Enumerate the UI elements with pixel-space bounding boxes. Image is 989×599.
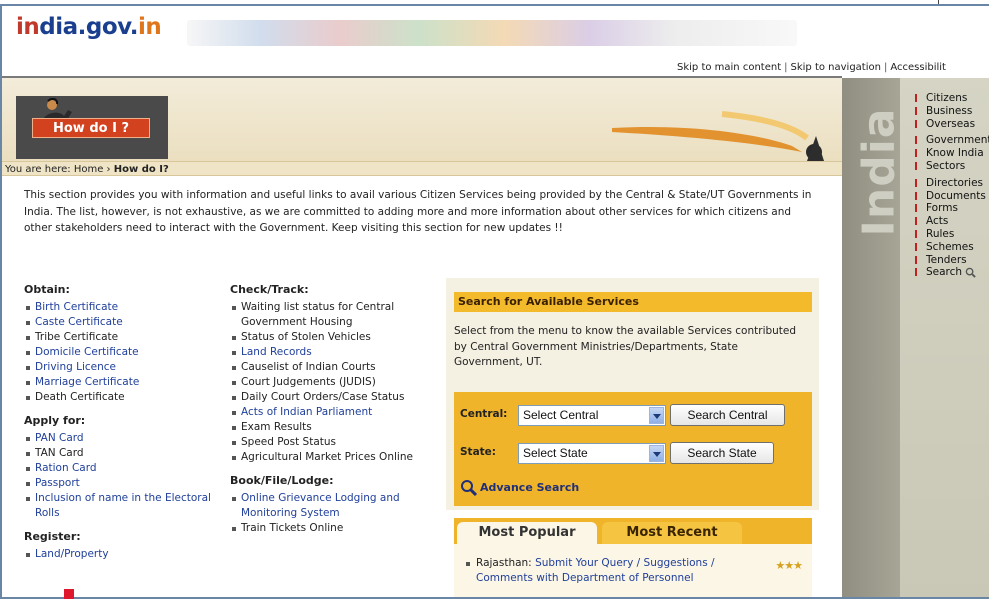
breadcrumb: You are here: Home › How do I? [2, 161, 842, 176]
list-item: Status of Stolen Vehicles [230, 330, 440, 345]
tab-most-popular[interactable]: Most Popular [457, 522, 597, 544]
site-header: india.gov.in [2, 6, 989, 56]
list-item[interactable]: Ration Card [24, 461, 214, 476]
browser-frame: india.gov.in Skip to main content | Skip t… [0, 4, 989, 599]
list-item[interactable]: Driving Licence [24, 360, 214, 375]
skip-nav-link[interactable]: Skip to navigation [791, 62, 881, 73]
list-item: Speed Post Status [230, 435, 440, 450]
list-item: Train Tickets Online [230, 521, 440, 536]
book-section: Book/File/Lodge: Online Grievance Lodgin… [230, 474, 440, 536]
list-item[interactable]: Marriage Certificate [24, 375, 214, 390]
list-item: Court Judgements (JUDIS) [230, 375, 440, 390]
skip-links: Skip to main content | Skip to navigation |… [677, 62, 946, 73]
apply-list: PAN Card TAN Card Ration Card Passport Inclu… [24, 431, 214, 521]
sidebar-item-business[interactable]: Business [914, 105, 989, 118]
sidebar-nav: Citizens Business Overseas Government Know I… [914, 92, 989, 279]
check-heading: Check/Track: [230, 283, 309, 296]
sidebar-item-forms[interactable]: Forms [914, 202, 989, 215]
sidebar-item-overseas[interactable]: Overseas [914, 118, 989, 131]
list-item[interactable]: Caste Certificate [24, 315, 214, 330]
list-item[interactable]: Acts of Indian Parliament [230, 405, 440, 420]
list-item: Death Certificate [24, 390, 214, 405]
accessibility-link[interactable]: Accessibilit [890, 62, 946, 73]
services-column-1: Obtain: Birth Certificate Caste Certifica… [24, 283, 214, 571]
red-marker [64, 589, 74, 599]
obtain-heading: Obtain: [24, 283, 70, 296]
hero-title: How do I ? [32, 118, 150, 138]
state-select[interactable]: Select State [518, 443, 666, 464]
sidebar-item-tenders[interactable]: Tenders [914, 254, 989, 267]
search-state-button[interactable]: Search State [670, 442, 774, 464]
book-list: Online Grievance Lodging and Monitoring … [230, 491, 440, 536]
list-item[interactable]: Land/Property [24, 547, 214, 562]
apply-heading: Apply for: [24, 414, 86, 427]
chevron-down-icon[interactable] [649, 445, 664, 462]
register-heading: Register: [24, 530, 81, 543]
rating-stars: ★★★ [775, 559, 803, 572]
breadcrumb-current: How do I? [113, 164, 169, 175]
sidebar-item-schemes[interactable]: Schemes [914, 241, 989, 254]
list-item: Rajasthan: Submit Your Query / Suggestio… [464, 556, 754, 586]
list-item[interactable]: Online Grievance Lodging and Monitoring … [230, 491, 440, 521]
sidebar-item-directories[interactable]: Directories [914, 177, 989, 190]
list-item[interactable]: Domicile Certificate [24, 345, 214, 360]
list-item: Exam Results [230, 420, 440, 435]
central-label: Central: [460, 408, 508, 420]
list-item: TAN Card [24, 446, 214, 461]
obtain-section: Obtain: Birth Certificate Caste Certifica… [24, 283, 214, 405]
state-label: State: [460, 446, 497, 458]
list-item: Waiting list status for Central Governme… [230, 300, 440, 330]
book-heading: Book/File/Lodge: [230, 474, 334, 487]
central-select[interactable]: Select Central [518, 405, 666, 426]
sidebar-india-word: India [853, 107, 905, 237]
obtain-list: Birth Certificate Caste Certificate Tribe … [24, 300, 214, 405]
tab-most-recent[interactable]: Most Recent [602, 522, 742, 544]
list-item[interactable]: PAN Card [24, 431, 214, 446]
services-column-2: Check/Track: Waiting list status for Cen… [230, 283, 440, 545]
list-item[interactable]: Passport [24, 476, 214, 491]
sidebar-item-sectors[interactable]: Sectors [914, 160, 989, 173]
popular-list: Rajasthan: Submit Your Query / Suggestio… [454, 544, 812, 597]
list-item: Causelist of Indian Courts [230, 360, 440, 375]
skip-main-link[interactable]: Skip to main content [677, 62, 781, 73]
sidebar-item-search[interactable]: Search [914, 266, 989, 279]
sidebar-item-know-india[interactable]: Know India [914, 147, 989, 160]
search-central-button[interactable]: Search Central [670, 404, 785, 426]
apply-section: Apply for: PAN Card TAN Card Ration Card Pa… [24, 414, 214, 521]
register-section: Register: Land/Property [24, 530, 214, 562]
list-item: Tribe Certificate [24, 330, 214, 345]
advance-search-link[interactable]: Advance Search [460, 479, 579, 496]
register-list: Land/Property [24, 547, 214, 562]
chevron-down-icon[interactable] [649, 407, 664, 424]
check-list: Waiting list status for Central Governme… [230, 300, 440, 465]
site-logo[interactable]: india.gov.in [16, 14, 162, 40]
sidebar-item-rules[interactable]: Rules [914, 228, 989, 241]
list-item[interactable]: Land Records [230, 345, 440, 360]
magnifier-icon [461, 480, 477, 496]
list-item[interactable]: Birth Certificate [24, 300, 214, 315]
list-item: Daily Court Orders/Case Status [230, 390, 440, 405]
search-panel-heading: Search for Available Services [454, 292, 812, 312]
check-section: Check/Track: Waiting list status for Cen… [230, 283, 440, 465]
sidebar-item-citizens[interactable]: Citizens [914, 92, 989, 105]
intro-paragraph: This section provides you with informati… [24, 189, 812, 234]
list-item: Agricultural Market Prices Online [230, 450, 440, 465]
list-item[interactable]: Inclusion of name in the Electoral Rolls [24, 491, 214, 521]
header-banner-image [187, 20, 797, 46]
decorative-brush-stroke [612, 111, 824, 161]
sidebar-item-documents[interactable]: Documents [914, 190, 989, 203]
sidebar-item-government[interactable]: Government [914, 134, 989, 147]
search-icon [965, 267, 976, 278]
search-panel-description: Select from the menu to know the availab… [454, 325, 797, 368]
sidebar-item-acts[interactable]: Acts [914, 215, 989, 228]
